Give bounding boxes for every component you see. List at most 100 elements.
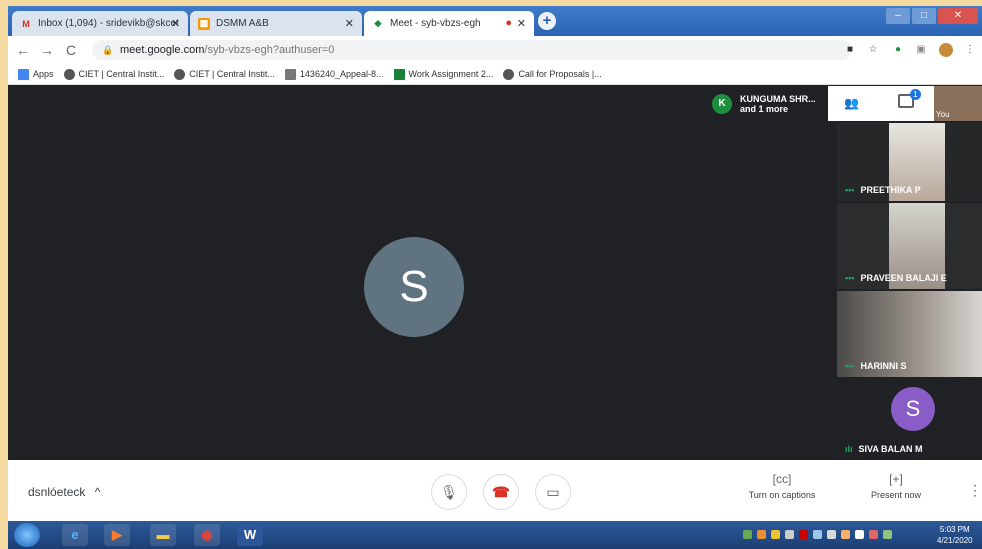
end-call-button[interactable]: ☎: [483, 474, 519, 510]
camera-button[interactable]: ▭: [535, 474, 571, 510]
tray-icon[interactable]: [855, 530, 864, 539]
address-bar[interactable]: 🔒 meet.google.com/syb-vbzs-egh?authuser=…: [92, 40, 852, 60]
participant-tile[interactable]: ••• HARINNI S: [837, 291, 982, 377]
meeting-code: dsnlóeteck: [28, 485, 86, 499]
extension-icon[interactable]: ▣: [914, 43, 928, 57]
tray-icon[interactable]: [757, 530, 766, 539]
flag-icon[interactable]: [869, 530, 878, 539]
participant-tile[interactable]: S ılı SIVA BALAN M: [837, 379, 982, 460]
more-options-icon[interactable]: •••: [845, 273, 854, 283]
participant-name: ••• PRAVEEN BALAJI E: [845, 273, 947, 283]
sheets-icon: ▦: [198, 17, 210, 30]
meet-icon: ◆: [374, 18, 382, 28]
tab-meet[interactable]: ◆ Meet - syb-vbzs-egh ● ✕: [364, 11, 534, 36]
volume-icon[interactable]: [813, 530, 822, 539]
participant-tile[interactable]: ••• PREETHIKA P: [837, 123, 982, 201]
word-icon[interactable]: W: [237, 524, 263, 546]
bookmark-label: CIET | Central Instit...: [189, 69, 275, 79]
self-view-tile[interactable]: You: [934, 86, 982, 121]
bookmark-item[interactable]: Call for Proposals |...: [503, 68, 602, 80]
captions-button[interactable]: [cc] Turn on captions: [742, 472, 822, 500]
start-button[interactable]: [14, 523, 40, 547]
minimize-button[interactable]: –: [886, 8, 910, 24]
bookmark-label: Apps: [33, 69, 54, 79]
bookmark-apps[interactable]: Apps: [18, 68, 54, 80]
tray-icon[interactable]: [799, 530, 808, 539]
tab-label: DSMM A&B: [216, 18, 269, 29]
close-window-button[interactable]: ✕: [938, 8, 978, 24]
close-icon[interactable]: ✕: [517, 17, 526, 30]
microphone-icon: 🎙: [440, 484, 458, 500]
bookmark-label: Work Assignment 2...: [408, 69, 494, 79]
forward-button[interactable]: →: [38, 42, 56, 58]
new-tab-button[interactable]: +: [538, 12, 556, 30]
media-player-icon[interactable]: ▶: [104, 524, 130, 546]
menu-icon[interactable]: ⋮: [963, 43, 977, 57]
tab-strip: M Inbox (1,094) - sridevikb@skcet ✕ ▦ DS…: [8, 6, 982, 36]
phone-hangup-icon: ☎: [492, 484, 510, 500]
camera-indicator-icon[interactable]: ■: [843, 43, 857, 57]
more-options-icon[interactable]: ⋮: [968, 482, 982, 499]
tray-icon[interactable]: [883, 530, 892, 539]
globe-icon: [503, 68, 515, 80]
bookmark-item[interactable]: 1436240_Appeal-8...: [284, 68, 384, 80]
globe-icon: [174, 68, 186, 80]
tab-dsmm[interactable]: ▦ DSMM A&B ✕: [190, 11, 362, 36]
tray-icon[interactable]: [743, 530, 752, 539]
captions-icon: [cc]: [772, 472, 792, 486]
notification-line1: KUNGUMA SHR...: [740, 94, 816, 104]
join-notification[interactable]: K KUNGUMA SHR... and 1 more: [704, 86, 828, 122]
chevron-up-icon: ^: [94, 485, 101, 499]
more-options-icon[interactable]: •••: [845, 361, 854, 371]
url-path: /syb-vbzs-egh?authuser=0: [204, 44, 335, 56]
bookmark-label: CIET | Central Instit...: [78, 69, 165, 79]
bookmark-label: Call for Proposals |...: [518, 69, 602, 79]
file-explorer-icon[interactable]: ▬: [150, 524, 176, 546]
people-icon[interactable]: 👥: [844, 96, 859, 110]
meet-controls-bar: dsnlóeteck ^ 🎙 ☎ ▭ [cc] Turn on captions…: [8, 460, 982, 521]
participant-tile[interactable]: ••• PRAVEEN BALAJI E: [837, 203, 982, 289]
window-controls: – □ ✕: [884, 8, 978, 24]
bookmark-item[interactable]: CIET | Central Instit...: [174, 68, 275, 80]
profile-avatar[interactable]: [939, 43, 953, 57]
internet-explorer-icon[interactable]: e: [62, 524, 88, 546]
notification-text: KUNGUMA SHR... and 1 more: [740, 94, 816, 114]
participant-name: ılı SIVA BALAN M: [845, 444, 923, 454]
tray-icon[interactable]: [841, 530, 850, 539]
tray-icon[interactable]: [771, 530, 780, 539]
extension-icon[interactable]: ●: [891, 43, 905, 57]
maximize-button[interactable]: □: [912, 8, 936, 24]
more-options-icon[interactable]: •••: [845, 185, 854, 195]
notification-avatar: K: [712, 94, 732, 114]
chrome-icon[interactable]: ◉: [194, 524, 220, 546]
url-host: meet.google.com: [120, 44, 205, 56]
present-icon: [+]: [889, 472, 903, 486]
bookmark-label: 1436240_Appeal-8...: [299, 69, 384, 79]
captions-label: Turn on captions: [748, 490, 816, 500]
browser-window: M Inbox (1,094) - sridevikb@skcet ✕ ▦ DS…: [8, 6, 982, 549]
back-button[interactable]: ←: [14, 42, 32, 58]
present-now-button[interactable]: [+] Present now: [856, 472, 936, 500]
apps-grid-icon: [18, 68, 29, 80]
bookmark-item[interactable]: CIET | Central Instit...: [63, 68, 165, 80]
network-icon[interactable]: [827, 530, 836, 539]
tray-icon[interactable]: [785, 530, 794, 539]
microphone-button[interactable]: 🎙: [431, 474, 467, 510]
participant-name: ••• PREETHIKA P: [845, 185, 921, 195]
globe-icon: [63, 68, 75, 80]
tab-label: Inbox (1,094) - sridevikb@skcet: [38, 18, 179, 29]
tab-gmail[interactable]: M Inbox (1,094) - sridevikb@skcet ✕: [12, 11, 188, 36]
recording-dot-icon: ●: [505, 17, 512, 29]
classroom-icon: [393, 68, 405, 80]
clock[interactable]: 5:03 PM 4/21/2020: [937, 524, 973, 546]
gmail-icon: M: [22, 18, 30, 29]
reload-button[interactable]: C: [62, 42, 80, 58]
bookmark-item[interactable]: Work Assignment 2...: [393, 68, 494, 80]
bookmarks-bar: Apps CIET | Central Instit... CIET | Cen…: [8, 64, 982, 85]
meeting-details-button[interactable]: dsnlóeteck ^: [28, 485, 100, 499]
star-icon[interactable]: ☆: [866, 43, 880, 57]
participant-name-text: HARINNI S: [860, 361, 907, 371]
close-icon[interactable]: ✕: [171, 17, 180, 30]
lock-icon: 🔒: [102, 44, 114, 55]
close-icon[interactable]: ✕: [345, 17, 354, 30]
